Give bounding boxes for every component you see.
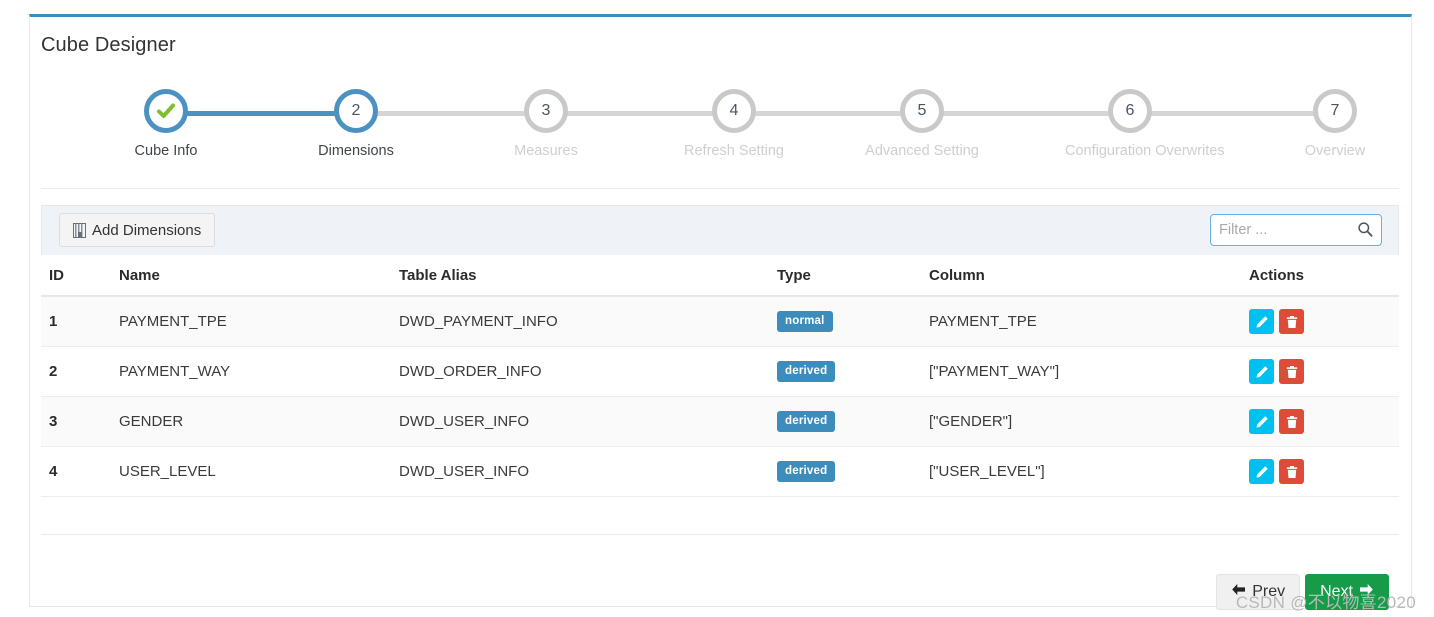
wizard-step-measures[interactable]: 3 Measures (481, 89, 611, 159)
page-title: Cube Designer (41, 34, 176, 56)
cube-designer-panel: Cube Designer 1 Cube Info 2 Dimension (29, 14, 1412, 610)
table-header-row: ID Name Table Alias Type Column Actions (41, 255, 1399, 297)
cell-type: derived (769, 446, 921, 497)
cell-name: USER_LEVEL (111, 446, 391, 497)
table-row: 3 GENDER DWD_USER_INFO derived ["GENDER"… (41, 396, 1399, 447)
column-header-id: ID (41, 255, 111, 297)
step-circle-5: 5 (900, 89, 944, 133)
edit-button[interactable] (1249, 459, 1274, 484)
cell-column: ["USER_LEVEL"] (921, 446, 1241, 497)
cell-actions (1241, 346, 1399, 397)
check-icon (149, 94, 183, 128)
step-circle-1: 1 (144, 89, 188, 133)
filter-field-wrapper (1210, 214, 1382, 246)
filter-input[interactable] (1210, 214, 1382, 246)
dimensions-toolbar: Add Dimensions (41, 205, 1399, 255)
wizard-step-configuration-overwrites[interactable]: 6 Configuration Overwrites (1065, 89, 1225, 159)
cell-column: ["GENDER"] (921, 396, 1241, 447)
cell-alias: DWD_USER_INFO (391, 446, 769, 497)
watermark: CSDN @不以物喜2020 (1235, 593, 1416, 612)
edit-button[interactable] (1249, 309, 1274, 334)
add-dimensions-button[interactable]: Add Dimensions (59, 213, 216, 247)
wizard-step-cube-info[interactable]: 1 Cube Info (101, 89, 231, 159)
status-badge: normal (777, 310, 833, 333)
cell-type: derived (769, 346, 921, 397)
edit-button[interactable] (1249, 359, 1274, 384)
step-label-3: Measures (514, 143, 578, 159)
table-icon (73, 222, 86, 238)
wizard-step-dimensions[interactable]: 2 Dimensions (291, 89, 421, 159)
divider-above-footer (41, 534, 1399, 535)
step-circle-2: 2 (334, 89, 378, 133)
step-circle-7: 7 (1313, 89, 1357, 133)
wizard-step-advanced-setting[interactable]: 5 Advanced Setting (857, 89, 987, 159)
divider-under-steps (41, 188, 1399, 189)
delete-button[interactable] (1279, 359, 1304, 384)
table-row: 2 PAYMENT_WAY DWD_ORDER_INFO derived ["P… (41, 346, 1399, 397)
column-header-type: Type (769, 255, 921, 297)
column-header-alias: Table Alias (391, 255, 769, 297)
status-badge: derived (777, 410, 836, 433)
row-actions (1249, 459, 1391, 484)
step-label-5: Advanced Setting (865, 143, 979, 159)
cell-id: 2 (41, 346, 111, 397)
table-row: 4 USER_LEVEL DWD_USER_INFO derived ["USE… (41, 446, 1399, 497)
column-header-name: Name (111, 255, 391, 297)
cell-column: PAYMENT_TPE (921, 296, 1241, 347)
step-circle-6: 6 (1108, 89, 1152, 133)
step-label-7: Overview (1304, 143, 1366, 159)
cell-alias: DWD_ORDER_INFO (391, 346, 769, 397)
dimensions-table: ID Name Table Alias Type Column Actions … (41, 255, 1399, 497)
cell-name: PAYMENT_TPE (111, 296, 391, 347)
cell-column: ["PAYMENT_WAY"] (921, 346, 1241, 397)
step-label-4: Refresh Setting (684, 143, 784, 159)
cell-actions (1241, 296, 1399, 347)
step-circle-3: 3 (524, 89, 568, 133)
status-badge: derived (777, 360, 836, 383)
cell-id: 1 (41, 296, 111, 347)
step-label-1: Cube Info (134, 143, 198, 159)
cell-alias: DWD_PAYMENT_INFO (391, 296, 769, 347)
status-badge: derived (777, 460, 836, 483)
delete-button[interactable] (1279, 459, 1304, 484)
wizard-step-overview[interactable]: 7 Overview (1270, 89, 1400, 159)
column-header-column: Column (921, 255, 1241, 297)
column-header-actions: Actions (1241, 255, 1399, 297)
delete-button[interactable] (1279, 409, 1304, 434)
step-circle-4: 4 (712, 89, 756, 133)
cell-id: 4 (41, 446, 111, 497)
row-actions (1249, 409, 1391, 434)
add-dimensions-label: Add Dimensions (92, 221, 202, 239)
cell-name: PAYMENT_WAY (111, 346, 391, 397)
step-label-6: Configuration Overwrites (1065, 143, 1225, 159)
cell-name: GENDER (111, 396, 391, 447)
cell-type: normal (769, 296, 921, 347)
cell-id: 3 (41, 396, 111, 447)
cell-actions (1241, 396, 1399, 447)
page-root: Cube Designer 1 Cube Info 2 Dimension (0, 0, 1434, 617)
step-label-2: Dimensions (318, 143, 394, 159)
delete-button[interactable] (1279, 309, 1304, 334)
row-actions (1249, 309, 1391, 334)
cell-alias: DWD_USER_INFO (391, 396, 769, 447)
edit-button[interactable] (1249, 409, 1274, 434)
table-row: 1 PAYMENT_TPE DWD_PAYMENT_INFO normal PA… (41, 296, 1399, 347)
wizard-step-refresh-setting[interactable]: 4 Refresh Setting (669, 89, 799, 159)
cell-actions (1241, 446, 1399, 497)
wizard-steps: 1 Cube Info 2 Dimensions 3 Measures 4 Re… (41, 89, 1399, 177)
cell-type: derived (769, 396, 921, 447)
row-actions (1249, 359, 1391, 384)
